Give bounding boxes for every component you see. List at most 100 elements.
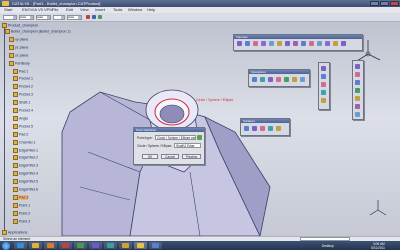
tree-item[interactable]: Bullet_champion (Bullet_champion.1) (5, 29, 71, 34)
menu-help[interactable]: Help (147, 7, 155, 12)
tree-item[interactable]: Pad.1 (13, 68, 28, 74)
chamfer-icon[interactable] (321, 74, 326, 79)
tree-item[interactable]: Angle (13, 115, 28, 121)
extrude-icon[interactable] (237, 41, 242, 46)
tree-item[interactable]: Pocket.3 (13, 92, 33, 98)
tree-item[interactable]: EdgeFillet.2 (13, 155, 38, 161)
menu-insert[interactable]: Insert (95, 7, 105, 12)
cancel-button[interactable]: Cancel (161, 154, 179, 159)
blend-icon[interactable] (293, 41, 298, 46)
ok-button[interactable]: OK (142, 154, 158, 159)
loft-icon[interactable] (269, 41, 274, 46)
tritangent-fillet-icon[interactable] (321, 98, 326, 103)
taskbar-firefox[interactable] (44, 242, 57, 249)
remove-icon[interactable] (260, 77, 265, 82)
tree-item[interactable]: Pocket.5 (13, 123, 33, 129)
offset-icon[interactable] (309, 41, 314, 46)
minimize-button[interactable] (370, 1, 379, 6)
spline-icon[interactable] (355, 112, 360, 117)
fillet-icon[interactable] (321, 66, 326, 71)
circle-sphere-field[interactable]: Shaft\2 Edge (174, 143, 201, 148)
taskbar-app7[interactable] (104, 242, 117, 249)
point-style-combo[interactable]: Auto (67, 14, 82, 20)
variable-fillet-icon[interactable] (321, 82, 326, 87)
intersect-icon[interactable] (268, 77, 273, 82)
tree-item[interactable]: Pad.3 (13, 194, 29, 200)
point-type-dropdown-icon[interactable] (197, 135, 202, 140)
tree-item[interactable]: yz plane (9, 44, 28, 50)
thickness-combo[interactable] (53, 14, 65, 20)
face-fillet-icon[interactable] (321, 90, 326, 95)
circle-icon[interactable] (355, 104, 360, 109)
menu-window[interactable]: Window (128, 7, 142, 12)
taskbar-media[interactable] (59, 242, 72, 249)
tree-item[interactable]: Shaft.1 (13, 100, 30, 106)
tree-item[interactable]: EdgeFillet.3 (13, 163, 38, 169)
trim-icon[interactable] (325, 41, 330, 46)
taskbar-app6[interactable] (89, 242, 102, 249)
tree-item[interactable]: Pocket.1 (13, 76, 33, 82)
preview-button[interactable]: Preview (182, 154, 201, 159)
taskbar-ie[interactable] (14, 242, 27, 249)
linetype-combo[interactable]: Auto (36, 14, 51, 20)
taskbar-app5[interactable] (74, 242, 87, 249)
surface-extrude-icon[interactable] (244, 126, 249, 131)
point-type-select[interactable]: Circle / Sphere / Ellipse center (155, 135, 196, 140)
properties-icon[interactable] (98, 15, 102, 19)
menu-tools[interactable]: Tools (113, 7, 122, 12)
close-button[interactable] (390, 1, 399, 6)
join-icon[interactable] (333, 41, 338, 46)
plane-icon[interactable] (355, 80, 360, 85)
tree-item[interactable]: Point.2 (13, 210, 30, 216)
tree-item[interactable]: Chamfer.1 (13, 139, 36, 145)
maximize-button[interactable] (380, 1, 389, 6)
shell-icon[interactable] (300, 77, 305, 82)
layer-icon[interactable] (86, 15, 90, 19)
menu-view[interactable]: View (80, 7, 89, 12)
thick-icon[interactable] (277, 41, 282, 46)
point-icon[interactable] (355, 64, 360, 69)
multisection-icon[interactable] (285, 41, 290, 46)
healing-icon[interactable] (341, 41, 346, 46)
tree-item[interactable]: Pad.2 (13, 131, 28, 137)
taskbar-explorer[interactable] (29, 242, 42, 249)
painter-icon[interactable] (92, 15, 96, 19)
tree-item[interactable]: Point.3 (13, 218, 30, 224)
menu-file[interactable]: File (52, 7, 58, 12)
start-orb-icon[interactable] (2, 241, 10, 250)
tree-item[interactable]: Pocket.4 (13, 108, 33, 113)
draft-icon[interactable] (292, 77, 297, 82)
tree-item[interactable]: zx plane (9, 52, 28, 58)
surface-revolve-icon[interactable] (252, 126, 257, 131)
tree-item[interactable]: EdgeFillet.4 (13, 171, 38, 177)
taskbar-app10[interactable] (149, 242, 162, 249)
tree-item[interactable]: EdgeFillet.5 (13, 179, 38, 185)
sweep-icon[interactable] (261, 41, 266, 46)
tree-item[interactable]: xy plane (9, 36, 28, 42)
fill-icon[interactable] (301, 41, 306, 46)
menu-edit[interactable]: Edit (66, 7, 73, 12)
tree-item[interactable]: EdgeFillet.6 (13, 187, 38, 192)
line-icon[interactable] (355, 72, 360, 77)
intersection-icon[interactable] (355, 96, 360, 101)
revolve-icon[interactable] (245, 41, 250, 46)
tree-item[interactable]: Point.1 (13, 202, 30, 208)
taskbar-catia[interactable] (134, 242, 147, 249)
menu-start[interactable]: Start (4, 7, 12, 12)
tree-applications[interactable]: Applications (2, 230, 27, 235)
surface-fill-icon[interactable] (276, 126, 281, 131)
assemble-icon[interactable] (284, 77, 289, 82)
add-icon[interactable] (276, 77, 281, 82)
clock-date[interactable]: 5/31/2011 (371, 246, 385, 250)
sphere-icon[interactable] (253, 41, 258, 46)
tree-item[interactable]: Pocket.2 (13, 84, 33, 90)
surface-sweep-icon[interactable] (268, 126, 273, 131)
tree-root[interactable]: Product_champion (2, 23, 38, 28)
surface-sphere-icon[interactable] (260, 126, 265, 131)
transparency-combo[interactable]: Auto (19, 14, 34, 20)
projection-icon[interactable] (355, 88, 360, 93)
tree-item[interactable]: EdgeFillet.1 (13, 147, 38, 153)
union-icon[interactable] (252, 77, 257, 82)
menu-enovia[interactable]: ENOVIA V5 VPM (22, 7, 53, 12)
split-icon[interactable] (317, 41, 322, 46)
